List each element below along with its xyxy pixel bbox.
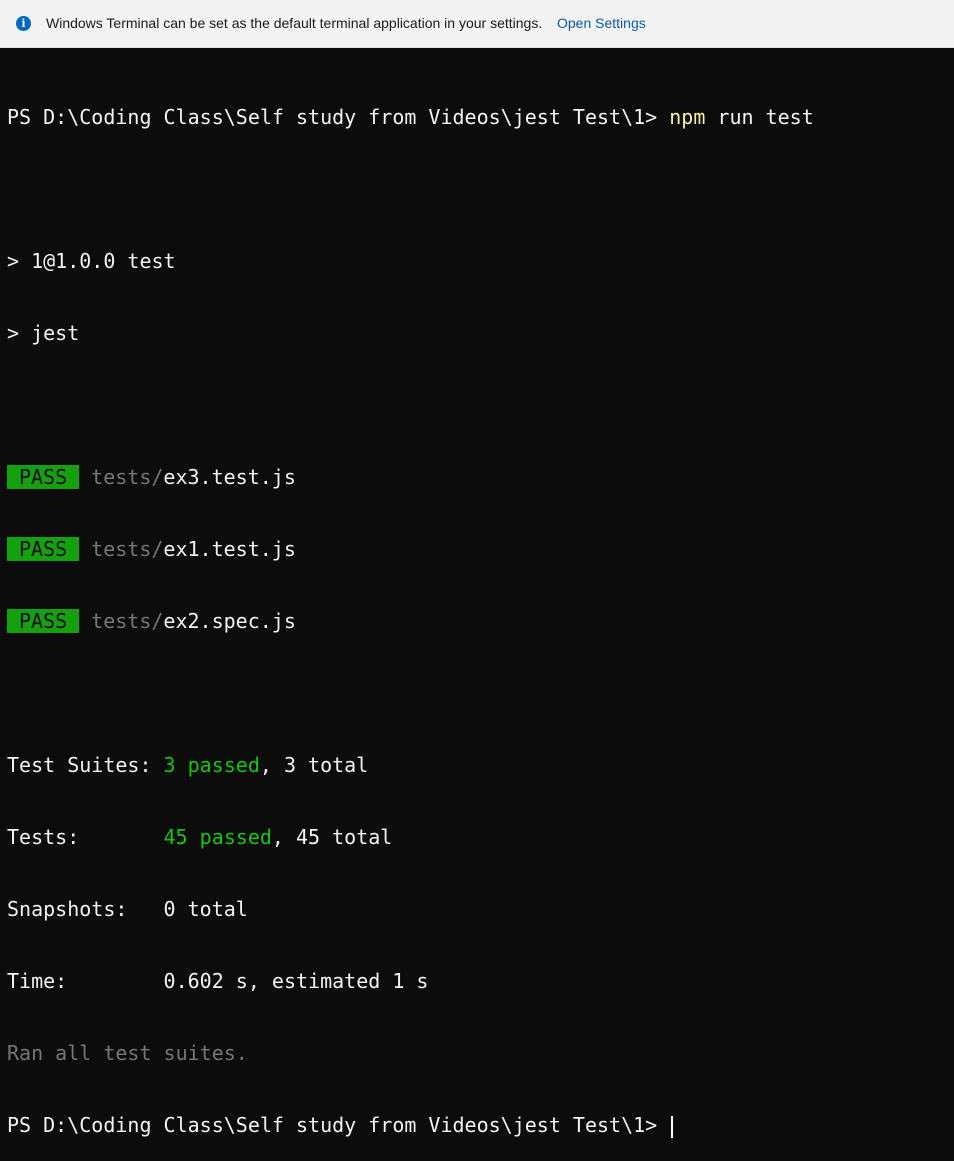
notification-message: Windows Terminal can be set as the defau…: [46, 15, 543, 31]
script-line: > 1@1.0.0 test: [7, 249, 176, 273]
terminal-output[interactable]: PS D:\Coding Class\Self study from Video…: [7, 57, 814, 1161]
command-line: PS D:\Coding Class\Self study from Video…: [7, 105, 814, 129]
info-icon: i: [16, 16, 31, 31]
result-file: ex3.test.js: [163, 465, 296, 489]
text-cursor: [671, 1115, 674, 1138]
result-row: PASS tests/ex1.test.js: [7, 537, 814, 561]
summary-label: Snapshots:: [7, 897, 164, 921]
summary-suites: Test Suites: 3 passed, 3 total: [7, 753, 814, 777]
result-dir: tests/: [91, 609, 164, 633]
summary-passed: 3 passed: [163, 753, 260, 777]
script-line: > jest: [7, 321, 80, 345]
summary-time: Time: 0.602 s, estimated 1 s: [7, 969, 814, 993]
pass-badge: PASS: [7, 537, 80, 561]
summary-value: 0 total: [163, 897, 248, 921]
summary-total: , 3 total: [259, 753, 369, 777]
result-dir: tests/: [91, 465, 164, 489]
result-row: PASS tests/ex2.spec.js: [7, 609, 814, 633]
pass-badge: PASS: [7, 465, 80, 489]
summary-passed: 45 passed: [163, 825, 272, 849]
result-dir: tests/: [91, 537, 164, 561]
result-file: ex2.spec.js: [163, 609, 296, 633]
prompt: PS D:\Coding Class\Self study from Video…: [7, 105, 670, 129]
summary-label: Time:: [7, 969, 164, 993]
pass-badge: PASS: [7, 609, 80, 633]
prompt: PS D:\Coding Class\Self study from Video…: [7, 1113, 670, 1137]
result-row: PASS tests/ex3.test.js: [7, 465, 814, 489]
command-args: run test: [705, 105, 814, 129]
active-prompt-line[interactable]: PS D:\Coding Class\Self study from Video…: [7, 1113, 814, 1138]
open-settings-link[interactable]: Open Settings: [557, 15, 646, 31]
notification-bar: i Windows Terminal can be set as the def…: [0, 0, 954, 48]
summary-tests: Tests: 45 passed, 45 total: [7, 825, 814, 849]
ran-all-message: Ran all test suites.: [7, 1041, 248, 1065]
command-bin: npm: [669, 105, 706, 129]
summary-total: , 45 total: [271, 825, 393, 849]
summary-snapshots: Snapshots: 0 total: [7, 897, 814, 921]
result-file: ex1.test.js: [163, 537, 296, 561]
summary-value: 0.602 s, estimated 1 s: [163, 969, 429, 993]
summary-label: Tests:: [7, 825, 164, 849]
summary-label: Test Suites:: [7, 753, 164, 777]
